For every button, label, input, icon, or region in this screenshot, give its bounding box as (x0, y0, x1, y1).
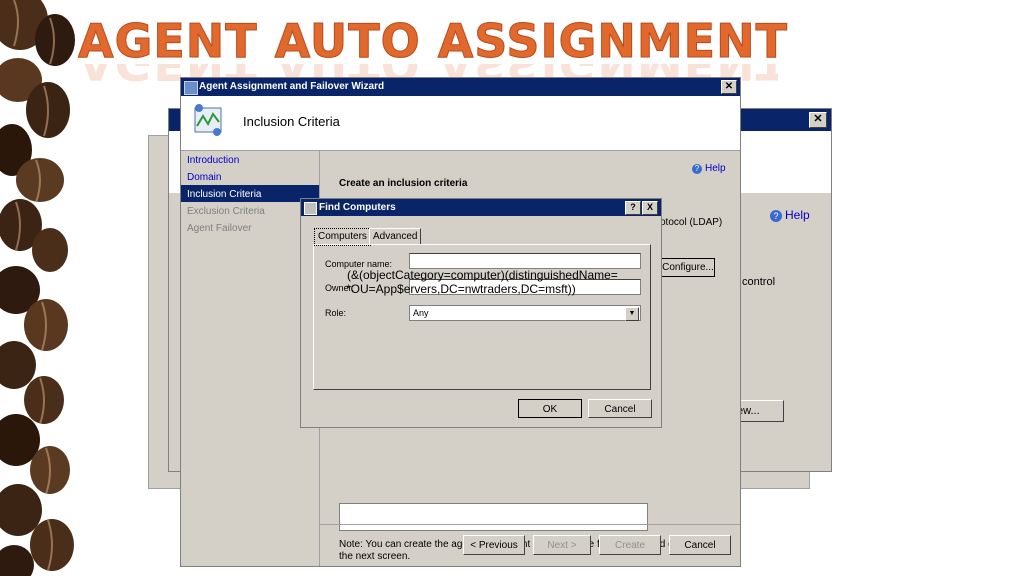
close-icon[interactable]: ✕ (721, 80, 737, 94)
role-label: Role: (325, 308, 347, 318)
wizard-logo-icon (194, 104, 222, 136)
nav-inclusion-criteria[interactable]: Inclusion Criteria (181, 185, 319, 202)
nav-agent-failover: Agent Failover (187, 223, 252, 234)
find-dialog-icon (304, 202, 317, 215)
wizard-app-icon (184, 81, 198, 95)
nav-exclusion-criteria: Exclusion Criteria (187, 206, 265, 217)
background-control-text: control (742, 276, 776, 288)
wizard-title: Agent Assignment and Failover Wizard (199, 81, 385, 92)
find-cancel-button[interactable]: Cancel (588, 399, 652, 418)
wizard-button-row: < Previous Next > Create Cancel (320, 524, 740, 567)
find-dialog-title: Find Computers (319, 202, 396, 213)
nav-introduction[interactable]: Introduction (181, 151, 319, 168)
slide-title: AGENT AUTO ASSIGNMENT (78, 14, 788, 69)
find-computers-dialog: Find Computers ? X Computers Advanced Co… (300, 198, 662, 428)
help-icon: ? (770, 210, 782, 222)
find-panel: Computer name: Owner: Role: Any ▼ (313, 244, 651, 390)
coffee-beans-decoration (0, 0, 90, 576)
previous-button[interactable]: < Previous (463, 535, 525, 555)
chevron-down-icon[interactable]: ▼ (625, 307, 639, 321)
tab-advanced[interactable]: Advanced (369, 228, 422, 245)
ldap-query-line2: *OU=App$ervers,DC=nwtraders,DC=msft)) (346, 282, 576, 296)
background-new-button[interactable]: ew... (736, 400, 784, 422)
help-icon: ? (692, 164, 702, 174)
wizard-header: Inclusion Criteria (181, 96, 740, 151)
ok-button[interactable]: OK (518, 399, 582, 418)
close-icon[interactable]: X (642, 201, 658, 215)
create-button[interactable]: Create (599, 535, 661, 555)
find-dialog-titlebar: Find Computers ? X (301, 199, 661, 216)
role-select[interactable]: Any ▼ (409, 305, 641, 321)
wizard-titlebar: Agent Assignment and Failover Wizard ✕ (181, 78, 740, 96)
help-question-icon[interactable]: ? (625, 201, 641, 215)
ldap-query-overlay: (&(objectCategory=computer)(distinguishe… (346, 268, 618, 296)
next-button[interactable]: Next > (533, 535, 591, 555)
background-close-icon[interactable]: ✕ (809, 112, 827, 128)
role-value: Any (413, 308, 429, 318)
computer-name-input[interactable] (409, 253, 641, 269)
wizard-page-title: Inclusion Criteria (243, 114, 340, 129)
background-help-link[interactable]: ? Help (770, 208, 810, 222)
ldap-query-line1: (&(objectCategory=computer)(distinguishe… (347, 268, 618, 282)
ldap-text: otocol (LDAP) (660, 217, 723, 228)
content-title: Create an inclusion criteria (339, 178, 468, 189)
nav-domain[interactable]: Domain (181, 168, 319, 185)
help-link[interactable]: ? Help (692, 163, 726, 174)
configure-button[interactable]: Configure... (661, 258, 715, 277)
cancel-button[interactable]: Cancel (669, 535, 731, 555)
